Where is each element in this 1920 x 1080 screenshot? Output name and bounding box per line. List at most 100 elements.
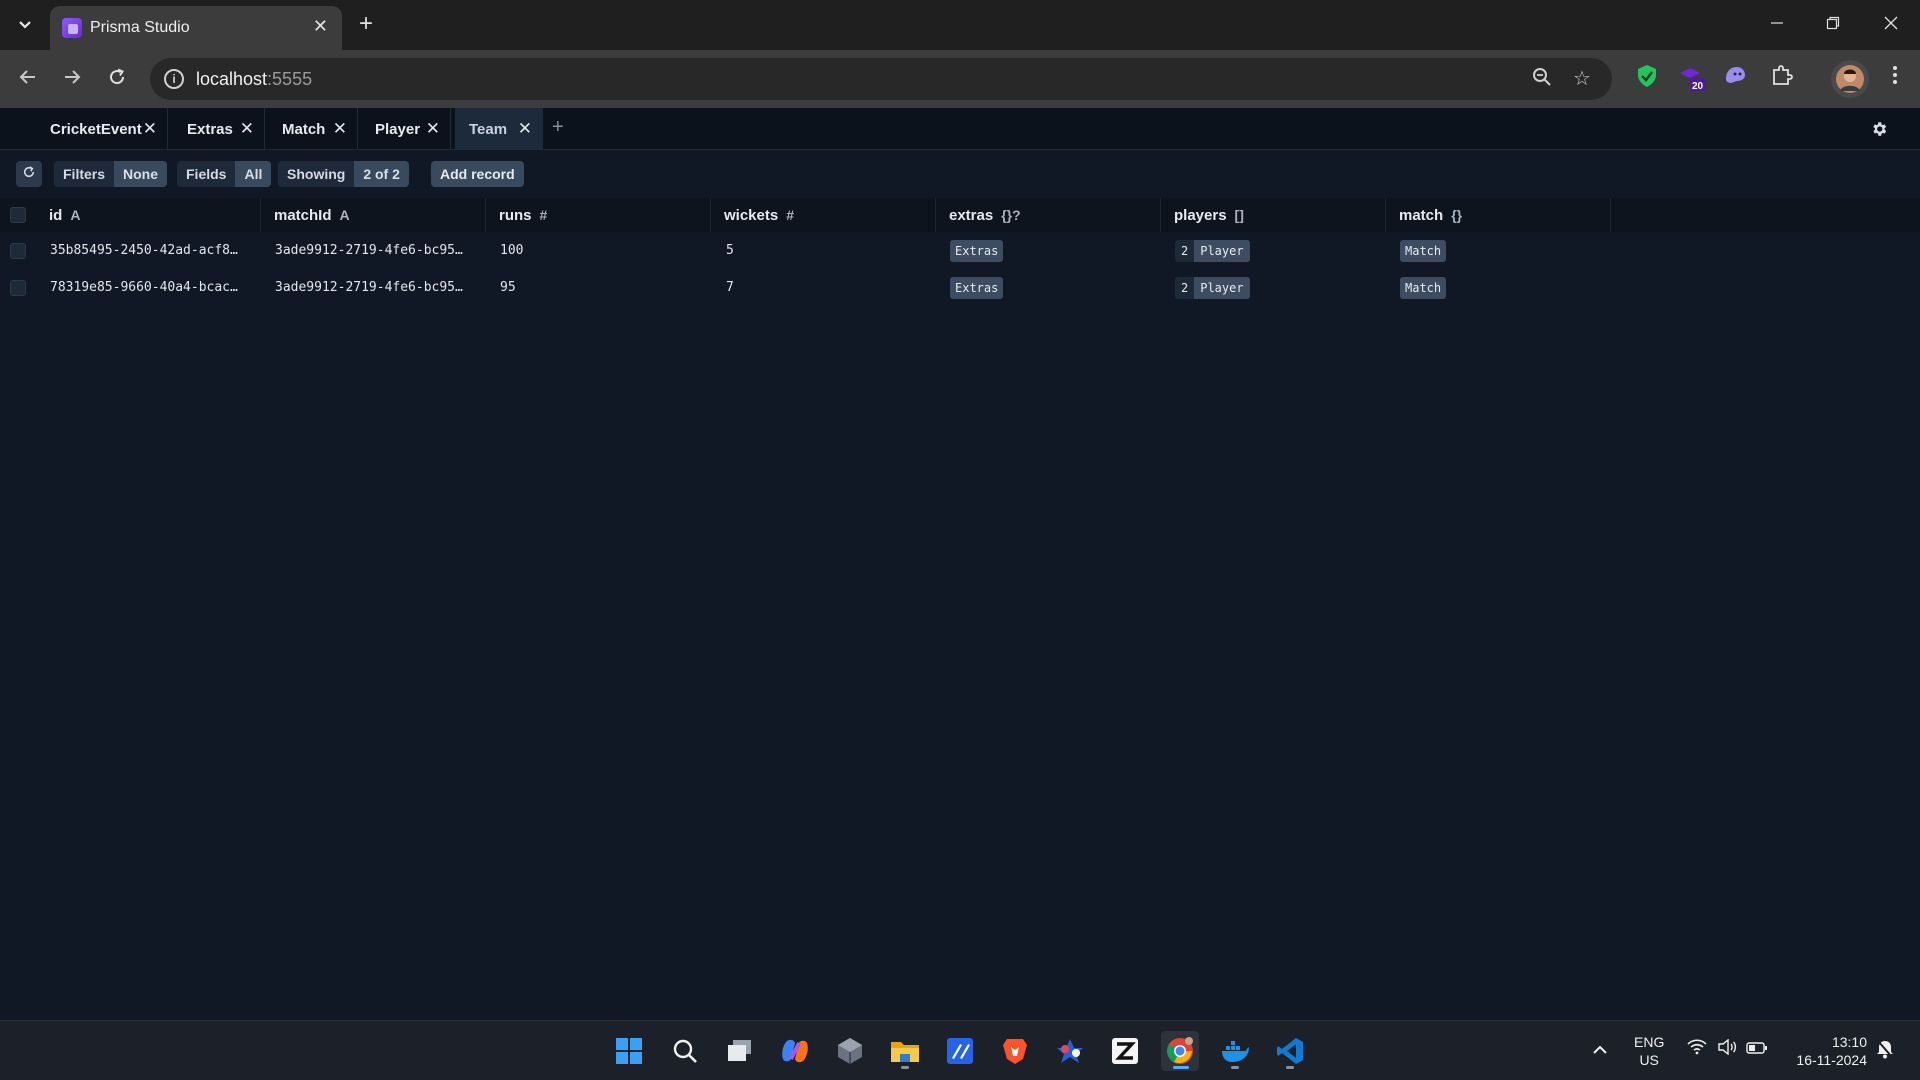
column-type: # [786,207,794,223]
close-icon[interactable]: ✕ [240,119,254,139]
refresh-button[interactable] [16,161,42,187]
zed-editor-icon[interactable] [1106,1031,1144,1071]
star-app-icon[interactable] [1051,1031,1089,1071]
clock-time: 13:10 [1831,1034,1867,1050]
minimize-icon[interactable] [1762,10,1792,38]
column-header-runs[interactable]: runs # [489,198,711,232]
forward-arrow-icon[interactable] [57,64,87,94]
column-header-players[interactable]: players [] [1164,198,1386,232]
cell-players[interactable]: 2 Player [1165,232,1387,269]
cell-id[interactable]: 78319e85-9660-40a4-bcac… [40,269,262,306]
tab-team[interactable]: Team ✕ [455,108,543,150]
tab-extras[interactable]: Extras ✕ [173,108,265,150]
chrome-icon[interactable] [1161,1031,1199,1071]
vscode-icon[interactable] [1271,1031,1309,1071]
add-tab-icon[interactable]: + [552,116,564,139]
region-code: US [1639,1052,1659,1068]
tab-search-chevron-icon[interactable] [12,14,38,36]
relation-chip-match[interactable]: Match [1400,276,1447,299]
column-type: [] [1234,207,1244,223]
ghost-extension-icon[interactable] [1720,64,1750,94]
close-window-icon[interactable] [1876,10,1906,38]
relation-chip-players[interactable]: 2 Player [1175,239,1250,262]
column-header-match[interactable]: match {} [1389,198,1611,232]
model-tabs-bar: CricketEvent ✕ Extras ✕ Match ✕ Player ✕… [0,108,1920,150]
task-view-icon[interactable] [721,1031,759,1071]
fields-button[interactable]: Fields All [177,161,272,187]
column-header-extras[interactable]: extras {}? [939,198,1161,232]
add-record-button[interactable]: Add record [431,161,524,187]
wifi-icon[interactable] [1687,1039,1707,1060]
column-header-matchid[interactable]: matchId A [264,198,486,232]
start-windows-icon[interactable] [610,1031,648,1071]
chevron-up-icon[interactable] [1592,1039,1608,1060]
close-icon[interactable]: ✕ [333,119,347,139]
relation-chip-extras[interactable]: Extras [950,276,1004,299]
browser-tab[interactable]: Prisma Studio ✕ [50,6,342,50]
address-bar[interactable]: i localhost:5555 ☆ [150,58,1612,100]
cell-runs[interactable]: 95 [490,269,712,306]
cell-matchid[interactable]: 3ade9912-2719-4fe6-bc95… [265,232,487,269]
showing-button[interactable]: Showing 2 of 2 [278,161,409,187]
restore-icon[interactable] [1818,10,1848,38]
cell-extras[interactable]: Extras [940,232,1162,269]
close-icon[interactable]: ✕ [518,119,532,139]
relation-chip-extras[interactable]: Extras [950,239,1004,262]
relation-chip-match[interactable]: Match [1400,239,1447,262]
row-checkbox[interactable] [10,280,26,296]
extensions-puzzle-icon[interactable] [1767,64,1797,94]
cell-wickets[interactable]: 5 [716,232,938,269]
reload-icon[interactable] [102,64,132,94]
site-info-icon[interactable]: i [164,69,184,89]
table-row[interactable]: 35b85495-2450-42ad-acf8… 3ade9912-2719-4… [0,232,1920,269]
brave-browser-icon[interactable] [996,1031,1034,1071]
tab-match[interactable]: Match ✕ [268,108,358,150]
relation-chip-players[interactable]: 2 Player [1175,276,1250,299]
gear-icon[interactable] [1870,118,1888,144]
zoom-icon[interactable] [1530,67,1554,91]
cell-match[interactable]: Match [1390,269,1612,306]
column-header-wickets[interactable]: wickets # [714,198,936,232]
table-header: id A matchId A runs # wickets # extras {}? pl… [0,198,1920,232]
cell-matchid[interactable]: 3ade9912-2719-4fe6-bc95… [265,269,487,306]
column-type: # [539,207,548,223]
browser-titlebar: Prisma Studio ✕ + [0,0,1920,50]
cell-runs[interactable]: 100 [490,232,712,269]
select-all-checkbox[interactable] [10,207,26,223]
bookmark-star-icon[interactable]: ☆ [1570,67,1594,91]
cell-wickets[interactable]: 7 [716,269,938,306]
model-tab-label: CricketEvent [50,120,142,138]
close-icon[interactable]: ✕ [143,119,157,139]
copilot-icon[interactable] [776,1031,814,1071]
taskbar: ENG US 13:10 16-11-2024 [0,1020,1920,1080]
notification-bell-icon[interactable] [1876,1039,1894,1064]
docker-icon[interactable] [1216,1031,1254,1071]
search-icon[interactable] [666,1031,704,1071]
filters-button[interactable]: Filters None [54,161,168,187]
close-icon[interactable]: ✕ [426,119,440,139]
tab-player[interactable]: Player ✕ [361,108,451,150]
back-arrow-icon[interactable] [13,64,43,94]
row-checkbox[interactable] [10,243,26,259]
language-indicator[interactable]: ENG US [1634,1033,1664,1069]
column-header-id[interactable]: id A [39,198,261,232]
cell-match[interactable]: Match [1390,232,1612,269]
profile-avatar[interactable] [1831,60,1869,98]
shield-extension-icon[interactable] [1632,64,1662,94]
volume-icon[interactable] [1717,1038,1737,1060]
pencil-app-icon[interactable] [941,1031,979,1071]
clock[interactable]: 13:10 16-11-2024 [1783,1033,1867,1069]
file-explorer-icon[interactable] [886,1031,924,1071]
table-row[interactable]: 78319e85-9660-40a4-bcac… 3ade9912-2719-4… [0,269,1920,306]
cell-extras[interactable]: Extras [940,269,1162,306]
cube-app-icon[interactable] [831,1031,869,1071]
close-tab-icon[interactable]: ✕ [313,16,328,37]
browser-menu-icon[interactable] [1880,64,1910,94]
graduation-extension-icon[interactable]: 20 [1677,64,1707,94]
new-tab-button[interactable]: + [354,10,378,38]
column-type: {} [1451,207,1463,223]
tab-cricketevent[interactable]: CricketEvent ✕ [36,108,168,150]
battery-icon[interactable] [1746,1039,1768,1060]
cell-players[interactable]: 2 Player [1165,269,1387,306]
cell-id[interactable]: 35b85495-2450-42ad-acf8… [40,232,262,269]
